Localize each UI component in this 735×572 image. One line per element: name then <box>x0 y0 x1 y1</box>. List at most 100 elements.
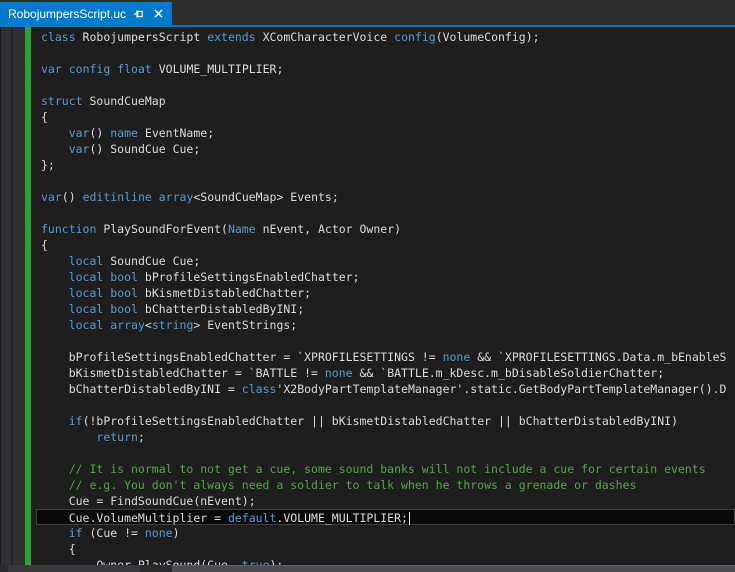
code-token: { <box>41 238 48 252</box>
keyword-token: if <box>68 414 83 428</box>
code-line[interactable]: }; <box>31 157 735 173</box>
text-cursor <box>408 512 410 525</box>
keyword-token: array <box>158 190 194 204</box>
current-code-line[interactable]: Cue.VolumeMultiplier = default.VOLUME_MU… <box>36 509 735 525</box>
scrollbar-left-zone <box>8 565 140 572</box>
code-line[interactable]: { <box>31 237 735 253</box>
keyword-token: config <box>68 62 111 76</box>
breakpoint-margin[interactable] <box>0 27 25 572</box>
keyword-token: var <box>41 190 62 204</box>
code-line[interactable] <box>31 173 735 189</box>
code-line[interactable]: // It is normal to not get a cue, some s… <box>31 461 735 477</box>
keyword-token: none <box>442 350 471 364</box>
code-token: () SoundCue Cue; <box>89 142 201 156</box>
code-token: SoundCueMap <box>82 94 166 108</box>
code-line[interactable]: bChatterDistabledByINI = class'X2BodyPar… <box>31 381 735 397</box>
code-line[interactable]: var() editinline array<SoundCueMap> Even… <box>31 189 735 205</box>
code-line[interactable] <box>31 77 735 93</box>
keyword-token: class <box>241 382 277 396</box>
tab-bar: RobojumpersScript.uc <box>0 0 735 25</box>
keyword-token: struct <box>41 94 83 108</box>
close-icon[interactable] <box>152 8 164 20</box>
code-token: ; <box>137 430 145 444</box>
keyword-token: config <box>394 30 436 44</box>
keyword-token: var <box>68 142 90 156</box>
pin-icon[interactable] <box>133 8 145 20</box>
keyword-token: none <box>324 366 353 380</box>
tab-title: RobojumpersScript.uc <box>8 6 127 21</box>
code-line[interactable]: return; <box>31 429 735 445</box>
code-line[interactable] <box>31 205 735 221</box>
code-line[interactable]: if(!bProfileSettingsEnabledChatter || bK… <box>31 413 735 429</box>
code-line[interactable]: function PlaySoundForEvent(Name nEvent, … <box>31 221 735 237</box>
comment-token: // e.g. You don't always need a soldier … <box>41 478 637 492</box>
code-token: < <box>144 318 152 332</box>
code-line[interactable]: local bool bChatterDistabledByINI; <box>31 301 735 317</box>
code-line[interactable]: struct SoundCueMap <box>31 93 735 109</box>
code-token: (Cue != <box>82 526 145 540</box>
code-line[interactable]: // e.g. You don't always need a soldier … <box>31 477 735 493</box>
code-line[interactable]: var() name EventName; <box>31 125 735 141</box>
code-line[interactable]: var config float VOLUME_MULTIPLIER; <box>31 61 735 77</box>
code-line[interactable] <box>31 445 735 461</box>
keyword-token: var <box>41 62 62 76</box>
keyword-token: return <box>96 430 138 444</box>
code-line[interactable]: var() SoundCue Cue; <box>31 141 735 157</box>
code-line[interactable] <box>31 333 735 349</box>
keyword-token: array <box>110 318 145 332</box>
code-line[interactable] <box>31 397 735 413</box>
code-token: ) <box>172 526 180 540</box>
code-token: () <box>89 126 111 140</box>
code-line[interactable]: if (Cue != none) <box>31 525 735 541</box>
tab-robojumpersscript[interactable]: RobojumpersScript.uc <box>0 2 173 25</box>
code-line[interactable]: Cue = FindSoundCue(nEvent); <box>31 493 735 509</box>
code-token: RobojumpersScript <box>75 30 208 44</box>
keyword-token: Name <box>227 222 256 236</box>
keyword-token: float <box>117 62 152 76</box>
code-line[interactable]: class RobojumpersScript extends XComChar… <box>31 29 735 45</box>
code-token: > EventStrings; <box>193 318 298 332</box>
code-token: <SoundCueMap> Events; <box>193 190 339 204</box>
code-token: bKismetDistabledChatter = `BATTLE != <box>41 366 325 380</box>
code-line[interactable]: local array<string> EventStrings; <box>31 317 735 333</box>
code-editor[interactable]: class RobojumpersScript extends XComChar… <box>0 27 735 572</box>
keyword-token: bool <box>110 302 138 316</box>
keyword-token: local <box>68 286 104 300</box>
horizontal-scrollbar[interactable] <box>0 565 735 572</box>
keyword-token: var <box>68 126 90 140</box>
code-line[interactable]: bKismetDistabledChatter = `BATTLE != non… <box>31 365 735 381</box>
code-token: XComCharacterVoice <box>255 30 395 44</box>
code-line[interactable]: bProfileSettingsEnabledChatter = `XPROFI… <box>31 349 735 365</box>
keyword-token: extends <box>207 30 256 44</box>
code-token: Cue.VolumeMultiplier = <box>41 511 228 525</box>
keyword-token: none <box>144 526 173 540</box>
code-token: PlaySoundForEvent( <box>96 222 228 236</box>
code-line[interactable]: local bool bKismetDistabledChatter; <box>31 285 735 301</box>
keyword-token: bool <box>110 286 138 300</box>
code-token: bProfileSettingsEnabledChatter = `XPROFI… <box>41 350 443 364</box>
code-line[interactable] <box>31 45 735 61</box>
comment-token: // It is normal to not get a cue, some s… <box>41 462 706 476</box>
code-token: EventName; <box>137 126 215 140</box>
code-line[interactable]: { <box>31 541 735 557</box>
code-token: { <box>41 542 76 556</box>
code-area[interactable]: class RobojumpersScript extends XComChar… <box>31 27 735 572</box>
code-token: }; <box>41 158 55 172</box>
code-line[interactable]: { <box>31 109 735 125</box>
keyword-token: function <box>41 222 97 236</box>
code-token: { <box>41 110 48 124</box>
keyword-token: local <box>68 254 104 268</box>
code-token: VOLUME_MULTIPLIER; <box>151 62 284 76</box>
horizontal-scrollbar-thumb[interactable] <box>172 565 735 572</box>
code-line[interactable]: local SoundCue Cue; <box>31 253 735 269</box>
code-token: (VolumeConfig); <box>435 30 540 44</box>
code-line[interactable]: local bool bProfileSettingsEnabledChatte… <box>31 269 735 285</box>
